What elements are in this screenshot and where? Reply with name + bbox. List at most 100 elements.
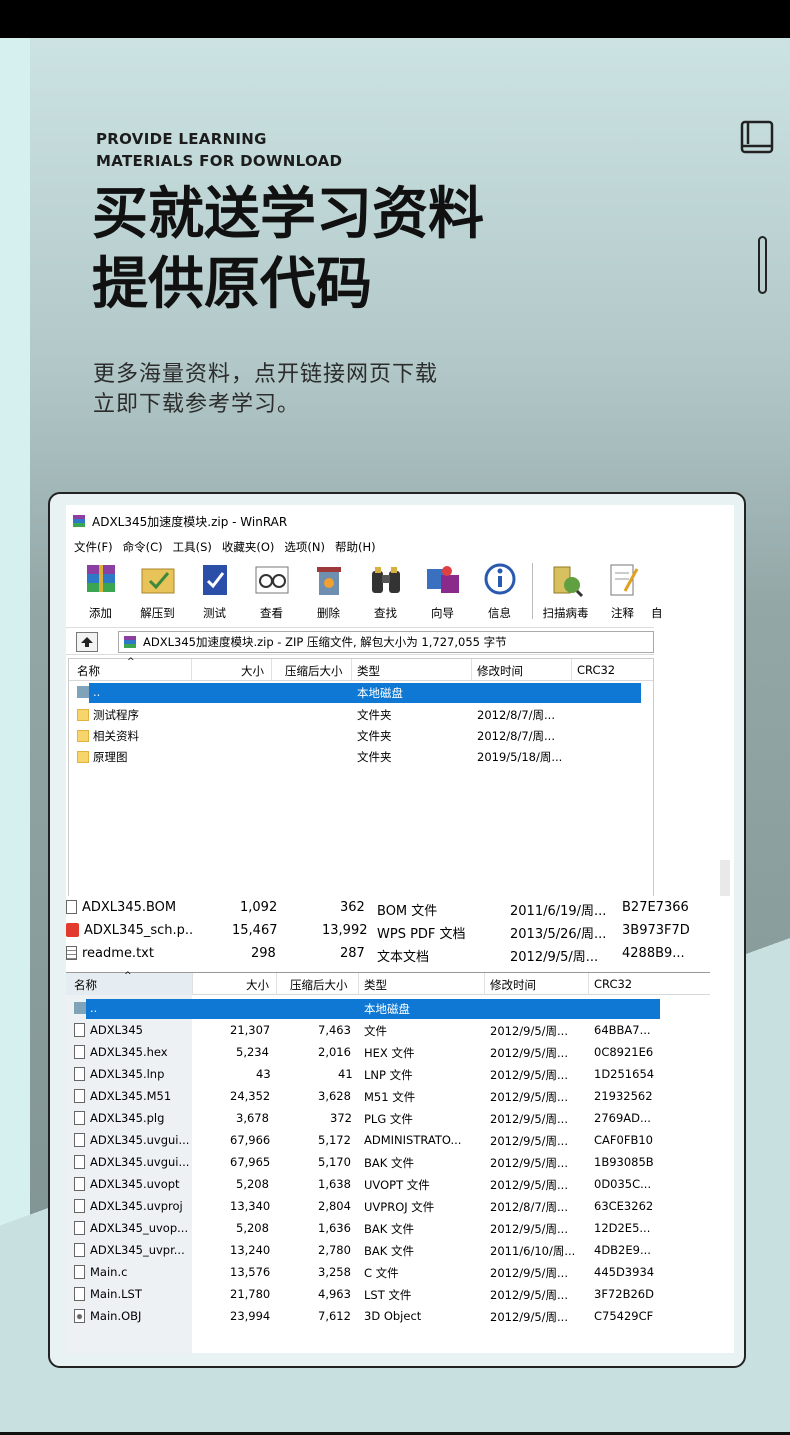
address-field[interactable]: ADXL345加速度模块.zip - ZIP 压缩文件, 解包大小为 1,727… bbox=[118, 631, 654, 653]
menu-favorites[interactable]: 收藏夹(O) bbox=[222, 539, 275, 557]
delete-button[interactable]: 删除 bbox=[300, 561, 357, 621]
add-button[interactable]: 添加 bbox=[72, 561, 129, 621]
comment-button[interactable]: 注释 bbox=[594, 561, 651, 621]
archive-icon bbox=[124, 636, 136, 648]
table-row[interactable]: Main.LST 21,780 4,963 LST 文件 2012/9/5/周.… bbox=[66, 1285, 710, 1305]
address-bar: ADXL345加速度模块.zip - ZIP 压缩文件, 解包大小为 1,727… bbox=[66, 627, 654, 655]
col-type[interactable]: 类型 bbox=[357, 663, 380, 679]
table-row[interactable]: ADXL345.plg 3,678 372 PLG 文件 2012/9/5/周.… bbox=[66, 1109, 710, 1129]
text-file-icon bbox=[66, 946, 77, 960]
top-black-bar bbox=[0, 0, 790, 38]
extract-to-button[interactable]: 解压到 bbox=[129, 561, 186, 621]
table-row[interactable]: ADXL345.BOM 1,092 362 BOM 文件 2011/6/19/周… bbox=[66, 897, 726, 919]
virus-scan-button[interactable]: 扫描病毒 bbox=[537, 561, 594, 621]
table-row[interactable]: 相关资料 文件夹 2012/8/7/周... bbox=[69, 726, 653, 746]
table-row[interactable]: ADXL345.uvgui... 67,966 5,172 ADMINISTRA… bbox=[66, 1131, 710, 1151]
view-button[interactable]: 查看 bbox=[243, 561, 300, 621]
address-text: ADXL345加速度模块.zip - ZIP 压缩文件, 解包大小为 1,727… bbox=[143, 635, 507, 649]
col-type[interactable]: 类型 bbox=[364, 977, 387, 993]
drive-icon bbox=[77, 686, 89, 698]
chinese-title-line2: 提供原代码 bbox=[92, 252, 372, 317]
col-size[interactable]: 大小 bbox=[246, 977, 269, 993]
folder-icon bbox=[77, 751, 89, 763]
winrar-window: ADXL345加速度模块.zip - WinRAR 文件(F) 命令(C) 工具… bbox=[66, 505, 734, 1353]
test-book-icon bbox=[202, 565, 227, 595]
up-folder-button[interactable] bbox=[76, 632, 98, 652]
sort-caret-icon: ^ bbox=[124, 971, 132, 981]
col-size[interactable]: 大小 bbox=[241, 663, 264, 679]
file-icon bbox=[66, 900, 77, 914]
menu-command[interactable]: 命令(C) bbox=[123, 539, 163, 557]
table-row[interactable]: ADXL345.uvproj 13,340 2,804 UVPROJ 文件 20… bbox=[66, 1197, 710, 1217]
table-row[interactable]: Main.c 13,576 3,258 C 文件 2012/9/5/周... 4… bbox=[66, 1263, 710, 1283]
file-icon bbox=[74, 1045, 85, 1059]
col-packed[interactable]: 压缩后大小 bbox=[285, 663, 343, 679]
wizard-icon bbox=[426, 566, 459, 593]
table-row[interactable]: 原理图 文件夹 2019/5/18/周... bbox=[69, 747, 653, 767]
pane-scrollbar[interactable] bbox=[720, 860, 730, 900]
scroll-indicator-icon bbox=[758, 236, 767, 294]
menu-bar: 文件(F) 命令(C) 工具(S) 收藏夹(O) 选项(N) 帮助(H) bbox=[74, 539, 376, 557]
book-icon bbox=[740, 120, 774, 154]
col-packed[interactable]: 压缩后大小 bbox=[290, 977, 348, 993]
col-name[interactable]: 名称 bbox=[74, 977, 97, 993]
comment-note-icon bbox=[610, 564, 638, 596]
menu-tools[interactable]: 工具(S) bbox=[173, 539, 212, 557]
file-list-pane-3: 名称 ^ 大小 压缩后大小 类型 修改时间 CRC32 .. 本地磁盘 ADXL… bbox=[66, 971, 710, 1353]
file-icon bbox=[74, 1221, 85, 1235]
sfx-button-partial[interactable]: 自 bbox=[651, 561, 667, 621]
col-modified[interactable]: 修改时间 bbox=[477, 663, 523, 679]
file-list-pane-2: ADXL345.BOM 1,092 362 BOM 文件 2011/6/19/周… bbox=[66, 896, 734, 968]
col-crc[interactable]: CRC32 bbox=[594, 977, 632, 991]
col-crc[interactable]: CRC32 bbox=[577, 663, 615, 677]
table-row[interactable]: .. 本地磁盘 bbox=[66, 999, 710, 1019]
delete-icon bbox=[316, 567, 341, 595]
toolbar: 添加 解压到 测试 查看 删除 查找 向导 信息 扫描病毒 注释 自 bbox=[72, 561, 672, 623]
chinese-subtitle: 更多海量资料，点开链接网页下载 立即下载参考学习。 bbox=[93, 360, 613, 420]
table-row[interactable]: ADXL345 21,307 7,463 文件 2012/9/5/周... 64… bbox=[66, 1021, 710, 1041]
winrar-icon bbox=[73, 515, 85, 527]
file-icon bbox=[74, 1177, 85, 1191]
file-icon bbox=[74, 1287, 85, 1301]
test-button[interactable]: 测试 bbox=[186, 561, 243, 621]
window-title: ADXL345加速度模块.zip - WinRAR bbox=[92, 514, 288, 529]
table-row[interactable]: .. 本地磁盘 bbox=[69, 683, 653, 703]
binoculars-icon bbox=[371, 567, 400, 593]
info-button[interactable]: 信息 bbox=[471, 561, 528, 621]
table-row[interactable]: ADXL345.hex 5,234 2,016 HEX 文件 2012/9/5/… bbox=[66, 1043, 710, 1063]
file-icon bbox=[74, 1111, 85, 1125]
chinese-subtitle-line1: 更多海量资料，点开链接网页下载 bbox=[93, 362, 439, 387]
english-heading-line1: PROVIDE LEARNING bbox=[96, 130, 267, 148]
table-row[interactable]: readme.txt 298 287 文本文档 2012/9/5/周... 42… bbox=[66, 943, 726, 965]
table-row[interactable]: ADXL345.lnp 43 41 LNP 文件 2012/9/5/周... 1… bbox=[66, 1065, 710, 1085]
table-row[interactable]: Main.OBJ 23,994 7,612 3D Object 2012/9/5… bbox=[66, 1307, 710, 1327]
file-icon bbox=[74, 1155, 85, 1169]
wizard-button[interactable]: 向导 bbox=[414, 561, 471, 621]
file-icon bbox=[74, 1199, 85, 1213]
col-modified[interactable]: 修改时间 bbox=[490, 977, 536, 993]
table-row[interactable]: ADXL345.uvgui... 67,965 5,170 BAK 文件 201… bbox=[66, 1153, 710, 1173]
chinese-subtitle-line2: 立即下载参考学习。 bbox=[93, 392, 301, 417]
folder-icon bbox=[77, 709, 89, 721]
add-archive-icon bbox=[86, 565, 115, 592]
virus-scan-icon bbox=[553, 566, 583, 598]
menu-help[interactable]: 帮助(H) bbox=[335, 539, 376, 557]
pdf-icon bbox=[66, 923, 79, 937]
up-arrow-icon bbox=[81, 637, 93, 647]
table-row[interactable]: 测试程序 文件夹 2012/8/7/周... bbox=[69, 705, 653, 725]
3d-object-icon bbox=[74, 1309, 85, 1323]
table-row[interactable]: ADXL345_sch.p... 15,467 13,992 WPS PDF 文… bbox=[66, 920, 726, 942]
table-row[interactable]: ADXL345.M51 24,352 3,628 M51 文件 2012/9/5… bbox=[66, 1087, 710, 1107]
info-icon bbox=[484, 563, 515, 595]
table-row[interactable]: ADXL345_uvop... 5,208 1,636 BAK 文件 2012/… bbox=[66, 1219, 710, 1239]
chinese-title: 买就送学习资料 提供原代码 bbox=[92, 180, 652, 320]
find-button[interactable]: 查找 bbox=[357, 561, 414, 621]
menu-options[interactable]: 选项(N) bbox=[284, 539, 325, 557]
drive-icon bbox=[74, 1002, 86, 1014]
col-name[interactable]: 名称 bbox=[77, 663, 100, 679]
table-row[interactable]: ADXL345_uvpr... 13,240 2,780 BAK 文件 2011… bbox=[66, 1241, 710, 1261]
column-header: 名称 ^ 大小 压缩后大小 类型 修改时间 CRC32 bbox=[69, 657, 653, 681]
menu-file[interactable]: 文件(F) bbox=[74, 539, 113, 557]
chinese-title-line1: 买就送学习资料 bbox=[92, 182, 484, 247]
table-row[interactable]: ADXL345.uvopt 5,208 1,638 UVOPT 文件 2012/… bbox=[66, 1175, 710, 1195]
